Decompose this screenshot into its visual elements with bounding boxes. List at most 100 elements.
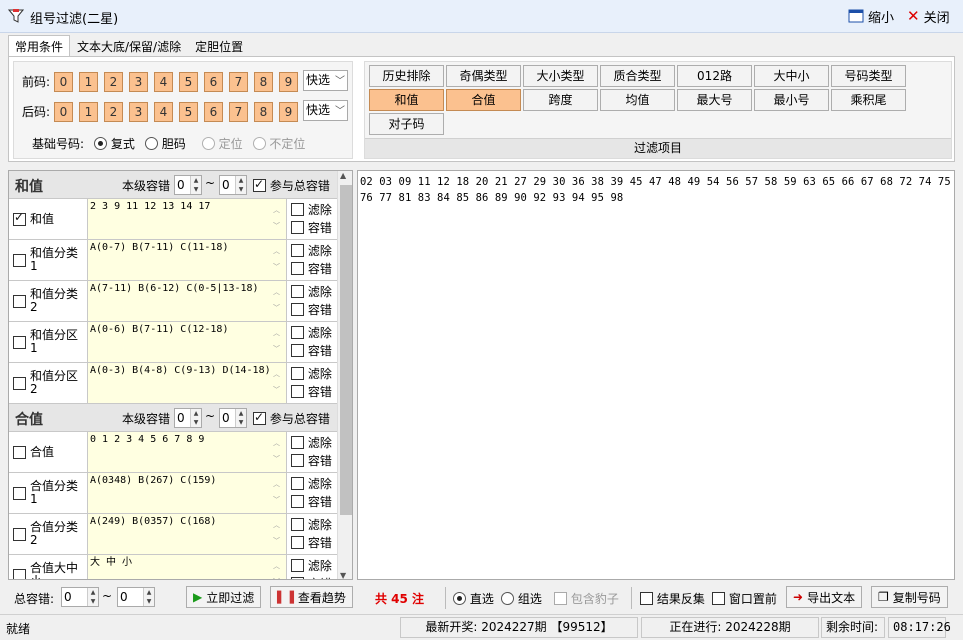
opt-tol[interactable]: 容错 <box>291 219 332 237</box>
front-quick-select[interactable]: 快选 ﹀ <box>303 70 348 91</box>
view-trend-button[interactable]: ▌▐ 查看趋势 <box>270 586 353 608</box>
filter-row-toggle[interactable]: 合值大中小 <box>13 555 87 579</box>
opt-filter[interactable]: 滤除 <box>291 516 332 534</box>
tol-max-spinner[interactable]: 0 ▲ ▼ <box>219 175 247 195</box>
back-digit-7[interactable]: 7 <box>229 102 248 122</box>
back-quick-select[interactable]: 快选 ﹀ <box>303 100 348 121</box>
tab-fixed-position[interactable]: 定胆位置 <box>188 35 250 56</box>
filter-row-toggle[interactable]: 和值分类1 <box>13 240 87 280</box>
front-digit-3[interactable]: 3 <box>129 72 148 92</box>
value-scroll-arrows-icon[interactable]: ︿﹀ <box>273 202 283 234</box>
filter-item-row1-5[interactable]: 大中小 <box>754 65 829 87</box>
opt-tol[interactable]: 容错 <box>291 260 332 278</box>
opt-filter[interactable]: 滤除 <box>291 283 332 301</box>
topmost-option[interactable]: 窗口置前 <box>712 590 777 607</box>
back-digit-3[interactable]: 3 <box>129 102 148 122</box>
tol-max-spinner[interactable]: 0 ▲ ▼ <box>219 408 247 428</box>
filter-row-toggle[interactable]: 和值 <box>13 199 87 239</box>
value-scroll-arrows-icon[interactable]: ︿﹀ <box>273 325 283 357</box>
filter-item-row2-1[interactable]: 合值 <box>446 89 521 111</box>
direct-option[interactable]: 直选 <box>453 590 494 607</box>
filter-row-toggle[interactable]: 合值分类1 <box>13 473 87 513</box>
back-digit-1[interactable]: 1 <box>79 102 98 122</box>
opt-filter[interactable]: 滤除 <box>291 365 332 383</box>
opt-filter[interactable]: 滤除 <box>291 324 332 342</box>
filter-item-row1-1[interactable]: 奇偶类型 <box>446 65 521 87</box>
front-digit-4[interactable]: 4 <box>154 72 173 92</box>
filter-row-toggle[interactable]: 合值分类2 <box>13 514 87 554</box>
opt-tol[interactable]: 容错 <box>291 383 332 401</box>
back-digit-4[interactable]: 4 <box>154 102 173 122</box>
value-scroll-arrows-icon[interactable]: ︿﹀ <box>273 243 283 275</box>
option-danma[interactable]: 胆码 <box>144 135 186 152</box>
panel-scrollbar[interactable]: ▲ ▼ <box>337 171 352 579</box>
result-numbers-box[interactable]: 02 03 09 11 12 18 20 21 27 29 30 36 38 3… <box>357 170 955 580</box>
filter-row-values[interactable]: A(0-3) B(4-8) C(9-13) D(14-18) <box>87 363 287 403</box>
filter-row-toggle[interactable]: 合值 <box>13 432 87 472</box>
filter-row-values[interactable]: A(0-6) B(7-11) C(12-18) <box>87 322 287 362</box>
opt-filter[interactable]: 滤除 <box>291 557 332 575</box>
scroll-down-icon[interactable]: ▼ <box>340 571 346 579</box>
back-digit-0[interactable]: 0 <box>54 102 73 122</box>
front-digit-2[interactable]: 2 <box>104 72 123 92</box>
value-scroll-arrows-icon[interactable]: ︿﹀ <box>273 435 283 467</box>
filter-row-values[interactable]: A(0-7) B(7-11) C(11-18) <box>87 240 287 280</box>
value-scroll-arrows-icon[interactable]: ︿﹀ <box>273 366 283 398</box>
front-digit-1[interactable]: 1 <box>79 72 98 92</box>
filter-row-values[interactable]: A(249) B(0357) C(168) <box>87 514 287 554</box>
filter-item-row2-2[interactable]: 跨度 <box>523 89 598 111</box>
back-digit-8[interactable]: 8 <box>254 102 273 122</box>
filter-row-values[interactable]: 大 中 小 <box>87 555 287 579</box>
total-tol-max[interactable]: 0 ▲ ▼ <box>117 587 155 607</box>
opt-tol[interactable]: 容错 <box>291 575 332 579</box>
back-digit-9[interactable]: 9 <box>279 102 298 122</box>
close-button[interactable]: ✕ 关闭 <box>907 6 950 26</box>
filter-item-row2-6[interactable]: 乘积尾 <box>831 89 906 111</box>
front-digit-5[interactable]: 5 <box>179 72 198 92</box>
filter-now-button[interactable]: ▶ 立即过滤 <box>186 586 262 608</box>
total-tol-min[interactable]: 0 ▲ ▼ <box>61 587 99 607</box>
back-digit-6[interactable]: 6 <box>204 102 223 122</box>
filter-item-row1-0[interactable]: 历史排除 <box>369 65 444 87</box>
front-digit-6[interactable]: 6 <box>204 72 223 92</box>
filter-item-row1-3[interactable]: 质合类型 <box>600 65 675 87</box>
front-digit-0[interactable]: 0 <box>54 72 73 92</box>
value-scroll-arrows-icon[interactable]: ︿﹀ <box>273 558 283 579</box>
opt-tol[interactable]: 容错 <box>291 452 332 470</box>
opt-filter[interactable]: 滤除 <box>291 242 332 260</box>
scroll-up-icon[interactable]: ▲ <box>340 171 346 180</box>
opt-tol[interactable]: 容错 <box>291 534 332 552</box>
filter-row-toggle[interactable]: 和值分区1 <box>13 322 87 362</box>
filter-row-toggle[interactable]: 和值分类2 <box>13 281 87 321</box>
scroll-thumb[interactable] <box>340 185 352 515</box>
filter-item-row2-0[interactable]: 和值 <box>369 89 444 111</box>
filter-row-values[interactable]: A(0348) B(267) C(159) <box>87 473 287 513</box>
filter-row-values[interactable]: 0 1 2 3 4 5 6 7 8 9 <box>87 432 287 472</box>
back-digit-5[interactable]: 5 <box>179 102 198 122</box>
value-scroll-arrows-icon[interactable]: ︿﹀ <box>273 517 283 549</box>
front-digit-9[interactable]: 9 <box>279 72 298 92</box>
opt-tol[interactable]: 容错 <box>291 301 332 319</box>
filter-item-row2-5[interactable]: 最小号 <box>754 89 829 111</box>
tol-min-spinner[interactable]: 0 ▲ ▼ <box>174 175 202 195</box>
filter-item-row1-2[interactable]: 大小类型 <box>523 65 598 87</box>
join-total-tol[interactable]: 参与总容错 <box>253 410 330 427</box>
tab-text-base[interactable]: 文本大底/保留/滤除 <box>70 35 188 56</box>
filter-item-row3-0[interactable]: 对子码 <box>369 113 444 135</box>
value-scroll-arrows-icon[interactable]: ︿﹀ <box>273 476 283 508</box>
filter-item-row1-6[interactable]: 号码类型 <box>831 65 906 87</box>
filter-row-values[interactable]: A(7-11) B(6-12) C(0-5|13-18) <box>87 281 287 321</box>
opt-tol[interactable]: 容错 <box>291 493 332 511</box>
opt-filter[interactable]: 滤除 <box>291 201 332 219</box>
minimize-button[interactable]: 缩小 <box>848 6 894 26</box>
export-text-button[interactable]: ➜ 导出文本 <box>786 586 863 608</box>
opt-tol[interactable]: 容错 <box>291 342 332 360</box>
filter-item-row1-4[interactable]: 012路 <box>677 65 752 87</box>
copy-numbers-button[interactable]: ❐ 复制号码 <box>871 586 948 608</box>
join-total-tol[interactable]: 参与总容错 <box>253 177 330 194</box>
opt-filter[interactable]: 滤除 <box>291 434 332 452</box>
front-digit-8[interactable]: 8 <box>254 72 273 92</box>
filter-row-values[interactable]: 2 3 9 11 12 13 14 17 <box>87 199 287 239</box>
tol-min-spinner[interactable]: 0 ▲ ▼ <box>174 408 202 428</box>
filter-item-row2-4[interactable]: 最大号 <box>677 89 752 111</box>
